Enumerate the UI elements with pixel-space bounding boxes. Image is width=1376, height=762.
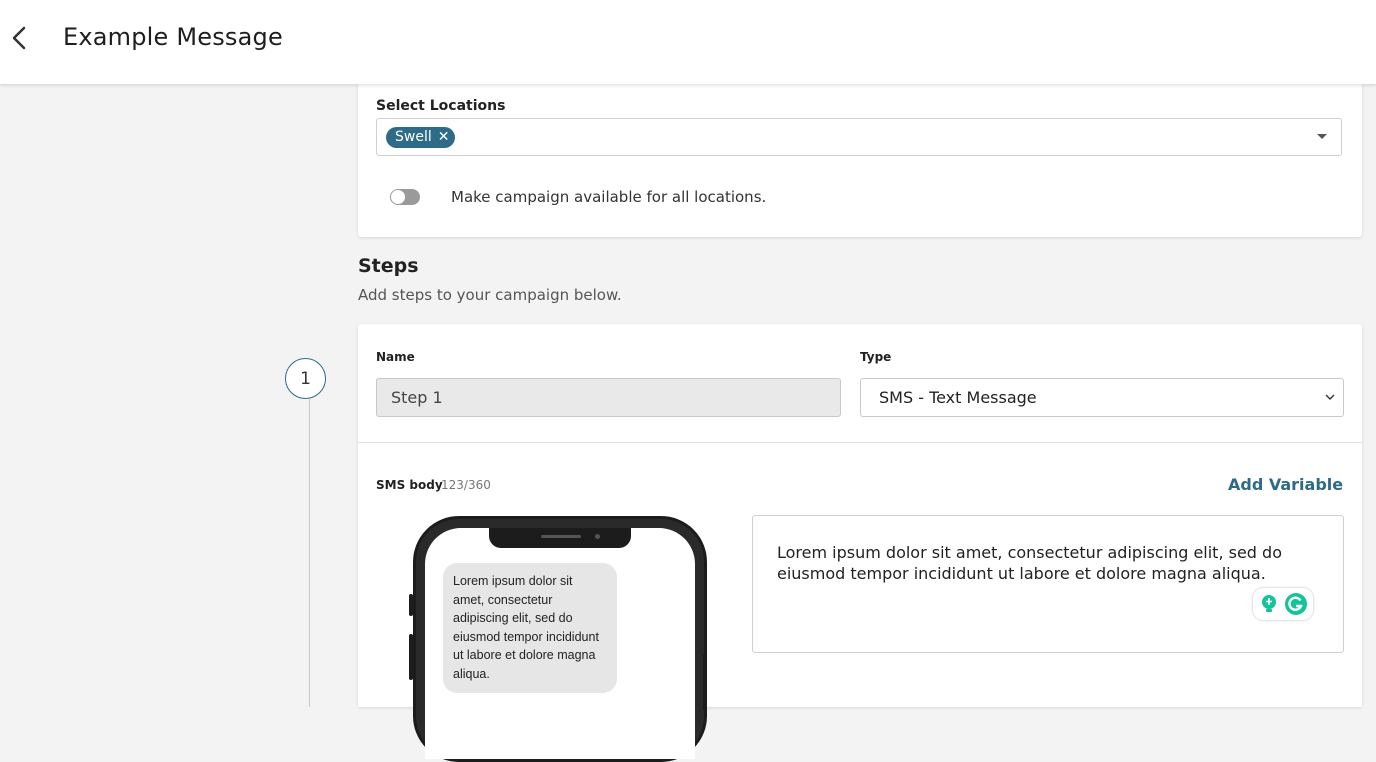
all-locations-toggle[interactable] — [390, 189, 420, 205]
app-header: Example Message — [0, 0, 1376, 84]
suggestion-bulb-icon — [1262, 595, 1276, 612]
remove-chip-icon[interactable]: ✕ — [438, 127, 450, 148]
phone-speaker — [541, 535, 581, 538]
phone-side-button — [703, 654, 707, 710]
phone-side-button — [409, 634, 413, 680]
step-name-input[interactable]: Step 1 — [376, 378, 841, 417]
grammarly-icon — [1285, 593, 1307, 615]
phone-screen: Lorem ipsum dolor sit amet, consectetur … — [425, 528, 695, 759]
location-chip: Swell ✕ — [386, 127, 456, 148]
page-title: Example Message — [63, 23, 283, 51]
steps-subtitle: Add steps to your campaign below. — [358, 286, 622, 304]
step-number-badge: 1 — [285, 358, 326, 399]
phone-preview: Lorem ipsum dolor sit amet, consectetur … — [413, 516, 707, 762]
chevron-down-icon — [1325, 394, 1335, 400]
sms-body-textarea[interactable]: Lorem ipsum dolor sit amet, consectetur … — [752, 515, 1344, 653]
sms-char-count: 123/360 — [441, 478, 491, 492]
location-chip-label: Swell — [395, 129, 432, 145]
phone-camera — [595, 534, 600, 539]
step-type-select[interactable]: SMS - Text Message — [860, 378, 1344, 417]
section-divider — [358, 442, 1362, 443]
step-name-label: Name — [376, 350, 415, 364]
add-variable-button[interactable]: Add Variable — [1228, 475, 1343, 494]
step-card: Name Type Step 1 SMS - Text Message SMS … — [358, 324, 1362, 762]
grammarly-widget[interactable] — [1253, 588, 1313, 620]
step-type-label: Type — [860, 350, 892, 364]
message-preview-bubble: Lorem ipsum dolor sit amet, consectetur … — [443, 563, 617, 693]
toggle-knob — [391, 190, 405, 204]
locations-card: Select Locations Swell ✕ Make campaign a… — [358, 84, 1362, 237]
back-chevron-icon[interactable] — [8, 24, 32, 52]
sms-body-text: Lorem ipsum dolor sit amet, consectetur … — [777, 543, 1282, 583]
locations-select[interactable]: Swell ✕ — [376, 118, 1342, 156]
dropdown-caret-icon[interactable] — [1317, 134, 1327, 139]
phone-notch — [489, 528, 631, 548]
sms-body-label: SMS body — [376, 478, 443, 492]
step-type-value: SMS - Text Message — [879, 388, 1037, 407]
phone-side-button — [409, 594, 413, 616]
steps-heading: Steps — [358, 255, 419, 277]
select-locations-label: Select Locations — [376, 98, 506, 114]
step-timeline-line — [309, 399, 310, 707]
all-locations-toggle-label: Make campaign available for all location… — [451, 188, 767, 206]
